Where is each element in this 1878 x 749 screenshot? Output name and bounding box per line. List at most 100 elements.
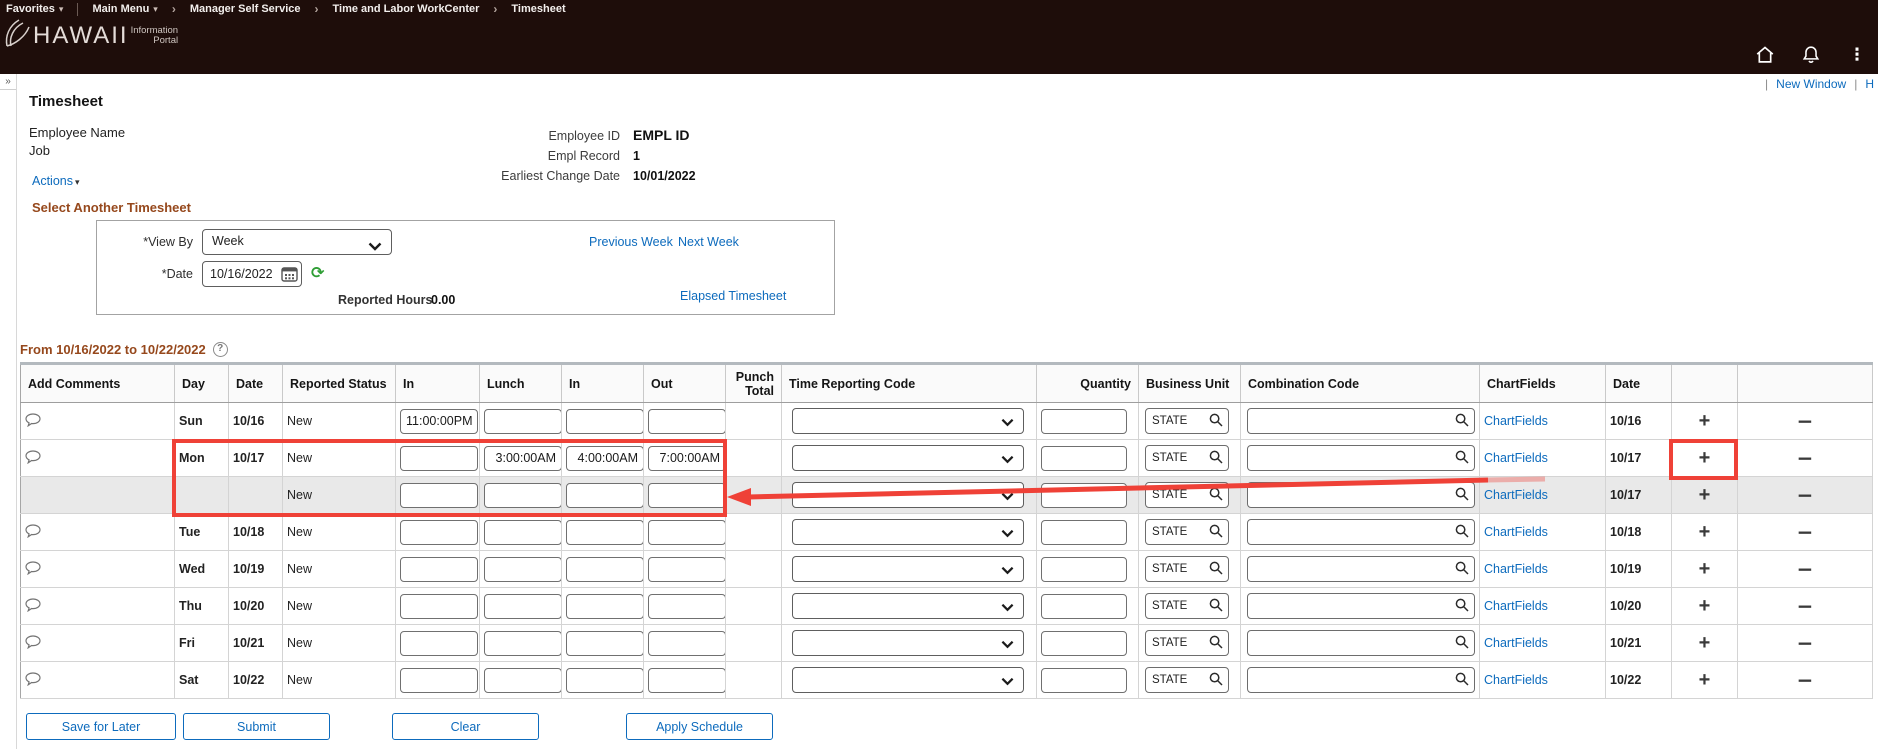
- time-reporting-code-select[interactable]: [792, 408, 1024, 434]
- calendar-picker-icon[interactable]: [281, 266, 298, 282]
- expand-panel-button[interactable]: »: [0, 74, 16, 90]
- combination-code-lookup[interactable]: [1247, 630, 1475, 656]
- add-comment-icon[interactable]: [25, 412, 41, 427]
- in2-time-input[interactable]: [566, 482, 644, 508]
- delete-row-button[interactable]: −: [1797, 596, 1814, 616]
- in-time-input[interactable]: [400, 445, 478, 471]
- chartfields-link[interactable]: ChartFields: [1484, 451, 1548, 465]
- chartfields-link[interactable]: ChartFields: [1484, 525, 1548, 539]
- quantity-input[interactable]: [1041, 445, 1127, 471]
- quantity-input[interactable]: [1041, 482, 1127, 508]
- elapsed-timesheet-link[interactable]: Elapsed Timesheet: [680, 289, 786, 303]
- lunch-time-input[interactable]: [484, 667, 562, 693]
- out-time-input[interactable]: [648, 630, 726, 656]
- add-comment-icon[interactable]: [25, 449, 41, 464]
- in-time-input[interactable]: [400, 556, 478, 582]
- delete-row-button[interactable]: −: [1797, 411, 1814, 431]
- business-unit-lookup[interactable]: STATE: [1145, 445, 1229, 471]
- delete-row-button[interactable]: −: [1797, 522, 1814, 542]
- chartfields-link[interactable]: ChartFields: [1484, 488, 1548, 502]
- actions-menu-button[interactable]: Actions ▾: [32, 174, 80, 188]
- breadcrumb-main-menu[interactable]: Main Menu ▾: [92, 3, 157, 15]
- in2-time-input[interactable]: [566, 519, 644, 545]
- apply-schedule-button[interactable]: Apply Schedule: [626, 713, 773, 740]
- breadcrumb-favorites[interactable]: Favorites ▾: [6, 3, 63, 15]
- add-row-button[interactable]: +: [1699, 485, 1711, 505]
- lunch-time-input[interactable]: [484, 482, 562, 508]
- combination-code-lookup[interactable]: [1247, 593, 1475, 619]
- clear-button[interactable]: Clear: [392, 713, 539, 740]
- add-row-button[interactable]: +: [1699, 596, 1711, 616]
- business-unit-lookup[interactable]: STATE: [1145, 519, 1229, 545]
- add-comment-icon[interactable]: [25, 560, 41, 575]
- notifications-bell-icon[interactable]: [1800, 44, 1822, 66]
- business-unit-lookup[interactable]: STATE: [1145, 482, 1229, 508]
- delete-row-button[interactable]: −: [1797, 633, 1814, 653]
- business-unit-lookup[interactable]: STATE: [1145, 556, 1229, 582]
- lunch-time-input[interactable]: [484, 519, 562, 545]
- in2-time-input[interactable]: [566, 445, 644, 471]
- out-time-input[interactable]: [648, 519, 726, 545]
- add-row-button[interactable]: +: [1699, 633, 1711, 653]
- add-comment-icon[interactable]: [25, 597, 41, 612]
- in-time-input[interactable]: [400, 408, 478, 434]
- refresh-icon[interactable]: ⟳: [311, 263, 324, 282]
- submit-button[interactable]: Submit: [183, 713, 330, 740]
- business-unit-lookup[interactable]: STATE: [1145, 408, 1229, 434]
- combination-code-lookup[interactable]: [1247, 482, 1475, 508]
- time-reporting-code-select[interactable]: [792, 593, 1024, 619]
- help-icon[interactable]: ?: [212, 342, 228, 357]
- lunch-time-input[interactable]: [484, 630, 562, 656]
- add-row-button[interactable]: +: [1699, 670, 1711, 690]
- new-window-link[interactable]: New Window: [1776, 77, 1846, 91]
- lunch-time-input[interactable]: [484, 408, 562, 434]
- in2-time-input[interactable]: [566, 630, 644, 656]
- add-comment-icon[interactable]: [25, 523, 41, 538]
- business-unit-lookup[interactable]: STATE: [1145, 667, 1229, 693]
- add-comment-icon[interactable]: [25, 671, 41, 686]
- add-row-button[interactable]: +: [1699, 411, 1711, 431]
- out-time-input[interactable]: [648, 556, 726, 582]
- lunch-time-input[interactable]: [484, 593, 562, 619]
- breadcrumb-item-timesheet[interactable]: Timesheet: [511, 3, 565, 15]
- time-reporting-code-select[interactable]: [792, 519, 1024, 545]
- time-reporting-code-select[interactable]: [792, 445, 1024, 471]
- quantity-input[interactable]: [1041, 667, 1127, 693]
- previous-week-link[interactable]: Previous Week: [589, 235, 673, 249]
- out-time-input[interactable]: [648, 445, 726, 471]
- help-link-truncated[interactable]: H: [1865, 77, 1874, 91]
- home-icon[interactable]: [1754, 44, 1776, 66]
- combination-code-lookup[interactable]: [1247, 445, 1475, 471]
- combination-code-lookup[interactable]: [1247, 519, 1475, 545]
- quantity-input[interactable]: [1041, 408, 1127, 434]
- in-time-input[interactable]: [400, 593, 478, 619]
- chartfields-link[interactable]: ChartFields: [1484, 414, 1548, 428]
- chartfields-link[interactable]: ChartFields: [1484, 673, 1548, 687]
- business-unit-lookup[interactable]: STATE: [1145, 593, 1229, 619]
- out-time-input[interactable]: [648, 593, 726, 619]
- breadcrumb-item-time-and-labor-workcenter[interactable]: Time and Labor WorkCenter: [333, 3, 480, 15]
- delete-row-button[interactable]: −: [1797, 448, 1814, 468]
- out-time-input[interactable]: [648, 408, 726, 434]
- delete-row-button[interactable]: −: [1797, 485, 1814, 505]
- out-time-input[interactable]: [648, 667, 726, 693]
- add-row-button[interactable]: +: [1699, 522, 1711, 542]
- in2-time-input[interactable]: [566, 408, 644, 434]
- out-time-input[interactable]: [648, 482, 726, 508]
- add-comment-icon[interactable]: [25, 634, 41, 649]
- lunch-time-input[interactable]: [484, 445, 562, 471]
- quantity-input[interactable]: [1041, 556, 1127, 582]
- in-time-input[interactable]: [400, 519, 478, 545]
- business-unit-lookup[interactable]: STATE: [1145, 630, 1229, 656]
- time-reporting-code-select[interactable]: [792, 630, 1024, 656]
- in2-time-input[interactable]: [566, 667, 644, 693]
- time-reporting-code-select[interactable]: [792, 556, 1024, 582]
- add-row-button[interactable]: +: [1699, 448, 1711, 468]
- lunch-time-input[interactable]: [484, 556, 562, 582]
- chartfields-link[interactable]: ChartFields: [1484, 599, 1548, 613]
- in-time-input[interactable]: [400, 667, 478, 693]
- combination-code-lookup[interactable]: [1247, 408, 1475, 434]
- time-reporting-code-select[interactable]: [792, 667, 1024, 693]
- in2-time-input[interactable]: [566, 593, 644, 619]
- in-time-input[interactable]: [400, 482, 478, 508]
